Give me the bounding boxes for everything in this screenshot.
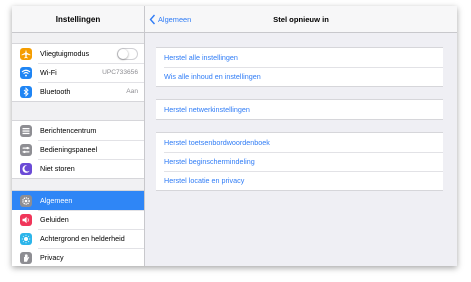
sidebar-item-label: Berichtencentrum	[40, 126, 97, 135]
bluetooth-icon	[20, 86, 32, 98]
page-title: Stel opnieuw in	[273, 15, 329, 24]
gear-icon	[20, 195, 32, 207]
reset-option-label: Herstel netwerkinstellingen	[164, 105, 250, 114]
sidebar-item-bluetooth[interactable]: Bluetooth Aan	[12, 82, 144, 101]
sidebar-item-general[interactable]: Algemeen	[12, 191, 144, 210]
reset-section-network: Herstel netwerkinstellingen	[156, 99, 443, 120]
sidebar-item-sounds[interactable]: Geluiden	[12, 210, 144, 229]
detail-header: Algemeen Stel opnieuw in	[145, 6, 457, 33]
settings-window: Instellingen Vliegtuigmodus Wi-Fi UPC733…	[12, 6, 457, 266]
sidebar-item-label: Algemeen	[40, 196, 73, 205]
sidebar-group-notifications: Berichtencentrum Bedieningspaneel Niet s…	[12, 120, 144, 179]
wifi-network-value: UPC733656	[102, 69, 138, 76]
reset-option-label: Herstel toetsenbordwoordenboek	[164, 138, 270, 147]
sidebar-title: Instellingen	[12, 6, 144, 33]
sidebar-item-privacy[interactable]: Privacy	[12, 248, 144, 266]
reset-option-label: Wis alle inhoud en instellingen	[164, 72, 261, 81]
control-center-icon	[20, 144, 32, 156]
sidebar-item-do-not-disturb[interactable]: Niet storen	[12, 159, 144, 178]
sidebar-group-connectivity: Vliegtuigmodus Wi-Fi UPC733656 Bluetooth…	[12, 43, 144, 102]
reset-home-screen-layout-button[interactable]: Herstel beginschermindeling	[156, 152, 443, 171]
sidebar-item-label: Bedieningspaneel	[40, 145, 98, 154]
wifi-icon	[20, 67, 32, 79]
airplane-mode-toggle[interactable]	[117, 48, 138, 60]
reset-section-all: Herstel alle instellingen Wis alle inhou…	[156, 47, 443, 87]
sidebar-item-label: Achtergrond en helderheid	[40, 234, 125, 243]
reset-keyboard-dictionary-button[interactable]: Herstel toetsenbordwoordenboek	[156, 133, 443, 152]
reset-option-label: Herstel beginschermindeling	[164, 157, 255, 166]
reset-section-other: Herstel toetsenbordwoordenboek Herstel b…	[156, 132, 443, 191]
sidebar-item-label: Geluiden	[40, 215, 69, 224]
sidebar-item-wifi[interactable]: Wi-Fi UPC733656	[12, 63, 144, 82]
settings-sidebar: Instellingen Vliegtuigmodus Wi-Fi UPC733…	[12, 6, 145, 266]
reset-location-privacy-button[interactable]: Herstel locatie en privacy	[156, 171, 443, 190]
detail-pane: Algemeen Stel opnieuw in Herstel alle in…	[145, 6, 457, 266]
sidebar-item-label: Privacy	[40, 253, 64, 262]
bluetooth-status-value: Aan	[126, 88, 138, 95]
reset-all-settings-button[interactable]: Herstel alle instellingen	[156, 48, 443, 67]
sidebar-item-label: Wi-Fi	[40, 68, 57, 77]
sidebar-item-control-center[interactable]: Bedieningspaneel	[12, 140, 144, 159]
erase-all-content-button[interactable]: Wis alle inhoud en instellingen	[156, 67, 443, 86]
notifications-icon	[20, 125, 32, 137]
reset-option-label: Herstel locatie en privacy	[164, 176, 245, 185]
airplane-icon	[20, 48, 32, 60]
reset-network-settings-button[interactable]: Herstel netwerkinstellingen	[156, 100, 443, 119]
speaker-icon	[20, 214, 32, 226]
reset-option-label: Herstel alle instellingen	[164, 53, 238, 62]
moon-icon	[20, 163, 32, 175]
sidebar-item-airplane-mode[interactable]: Vliegtuigmodus	[12, 44, 144, 63]
hand-icon	[20, 252, 32, 264]
sidebar-item-wallpaper-brightness[interactable]: Achtergrond en helderheid	[12, 229, 144, 248]
sidebar-item-label: Niet storen	[40, 164, 75, 173]
brightness-icon	[20, 233, 32, 245]
sidebar-item-notification-center[interactable]: Berichtencentrum	[12, 121, 144, 140]
sidebar-item-label: Bluetooth	[40, 87, 71, 96]
sidebar-item-label: Vliegtuigmodus	[40, 49, 90, 58]
sidebar-group-general: Algemeen Geluiden Achtergrond en helderh…	[12, 190, 144, 266]
